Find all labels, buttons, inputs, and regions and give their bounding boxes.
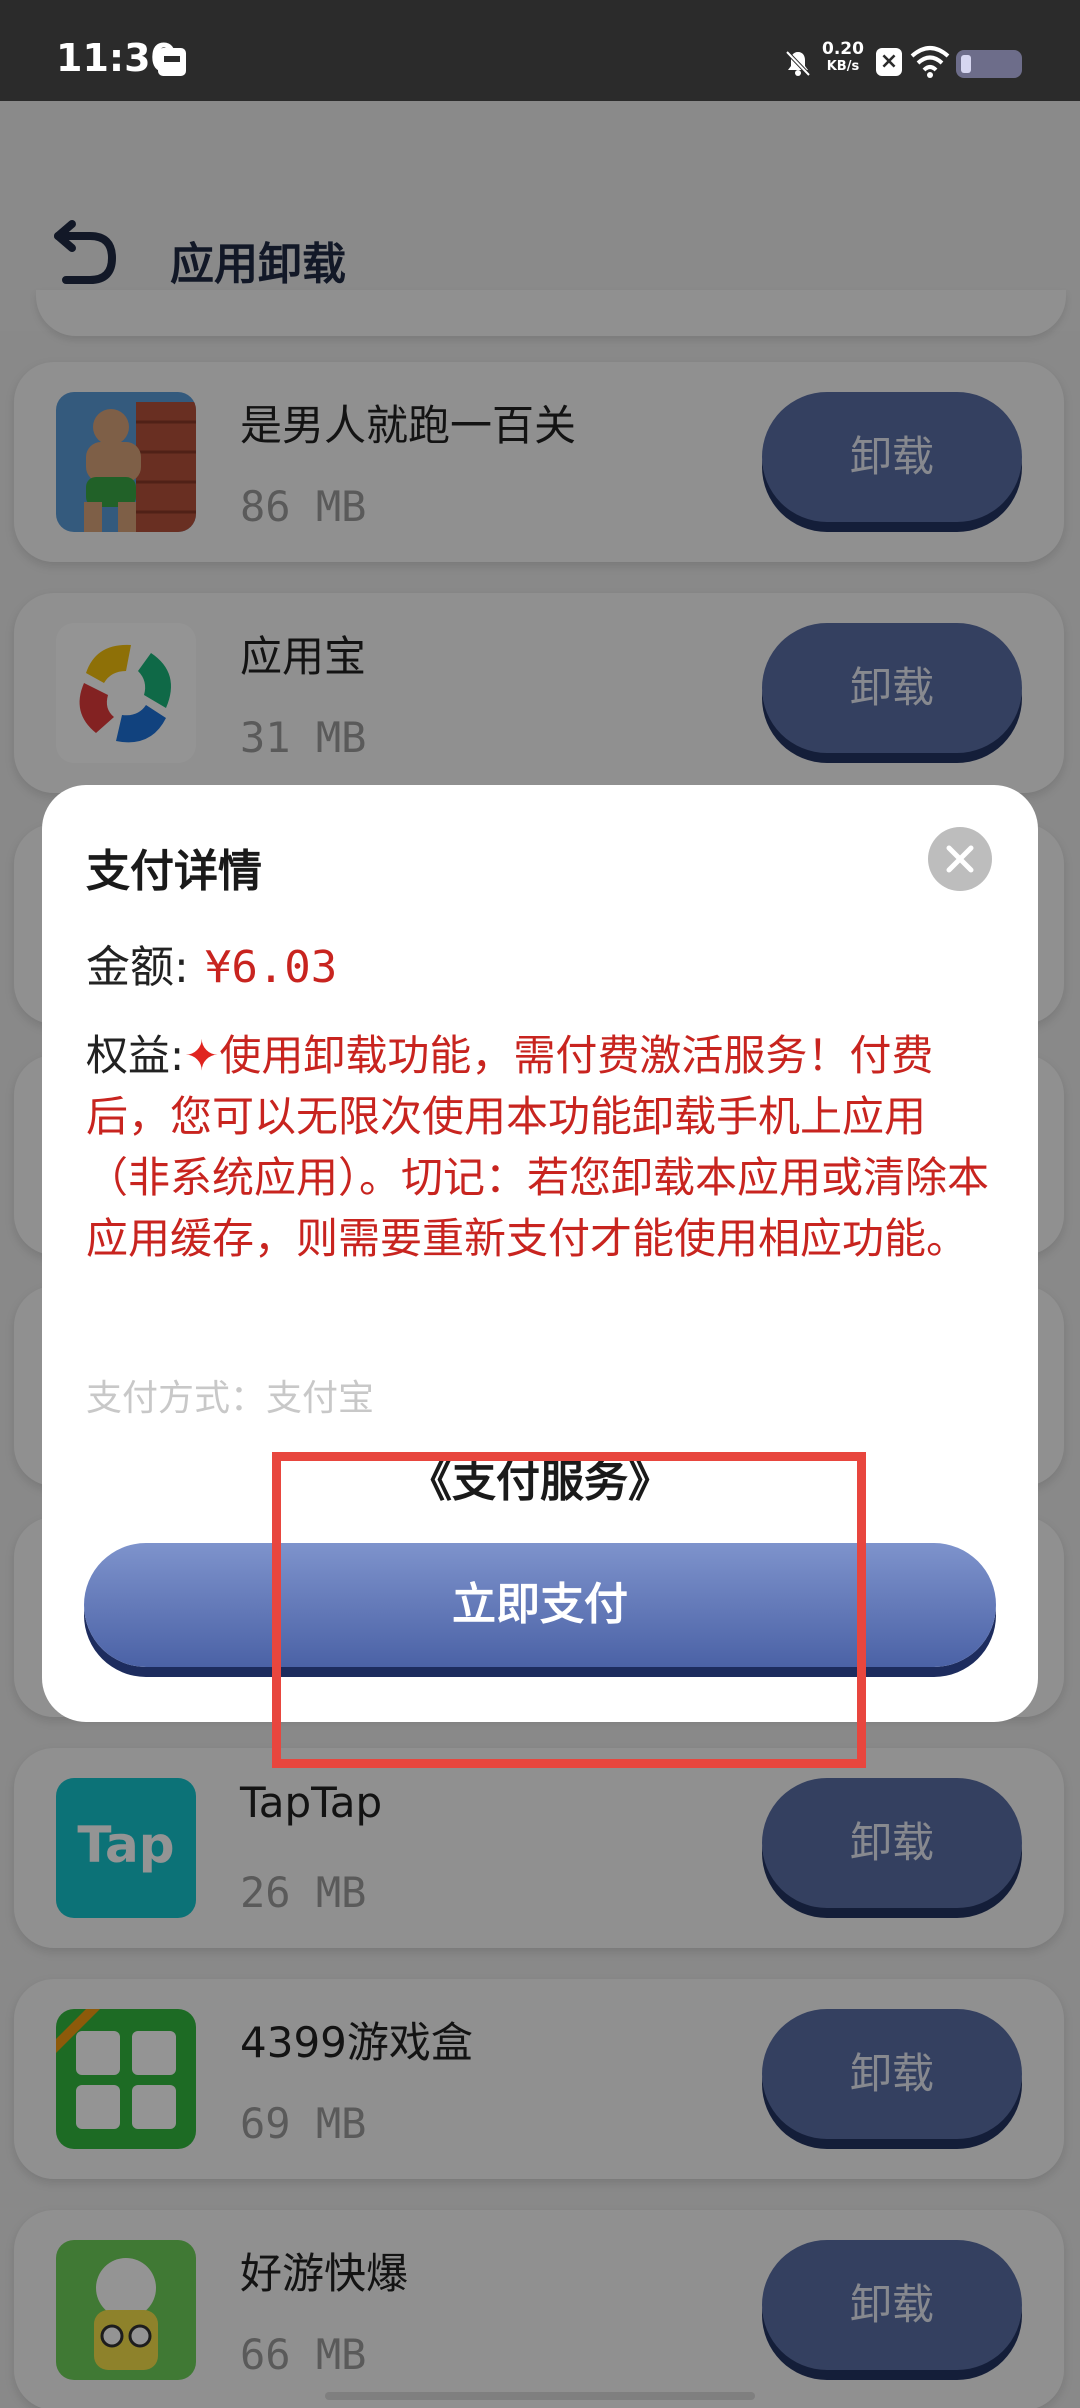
annotation-highlight-box (272, 1452, 866, 1768)
close-button[interactable] (928, 827, 992, 891)
sim-icon (158, 48, 186, 76)
network-speed-unit: KB/s (826, 59, 860, 74)
star-icon: ✦ (184, 1031, 220, 1080)
amount-label: 金额: (86, 942, 189, 993)
benefit-label: 权益: (86, 1031, 185, 1080)
close-icon (946, 845, 974, 873)
home-indicator[interactable] (325, 2392, 755, 2400)
mute-icon (785, 50, 811, 77)
amount-value: ¥6.03 (204, 942, 338, 993)
wifi-icon (910, 46, 950, 78)
screen: 11:30 0.20 KB/s × 应用卸载 是男人就跑一百关 86 MB 卸载… (0, 0, 1080, 2408)
battery-icon (956, 50, 1022, 78)
network-speed-value: 0.20 (822, 39, 864, 59)
network-speed: 0.20 KB/s (822, 39, 864, 75)
benefit-text: 使用卸载功能，需付费激活服务！付费后，您可以无限次使用本功能卸载手机上应用（非系… (86, 1031, 990, 1263)
payment-method: 支付方式：支付宝 (86, 1378, 375, 1419)
close-notify-icon: × (876, 48, 902, 76)
dialog-title: 支付详情 (86, 846, 262, 897)
benefit-section: 权益:✦使用卸载功能，需付费激活服务！付费后，您可以无限次使用本功能卸载手机上应… (86, 1025, 1006, 1269)
amount-row: 金额: ¥6.03 (86, 931, 337, 995)
status-bar: 11:30 0.20 KB/s × (0, 0, 1080, 101)
